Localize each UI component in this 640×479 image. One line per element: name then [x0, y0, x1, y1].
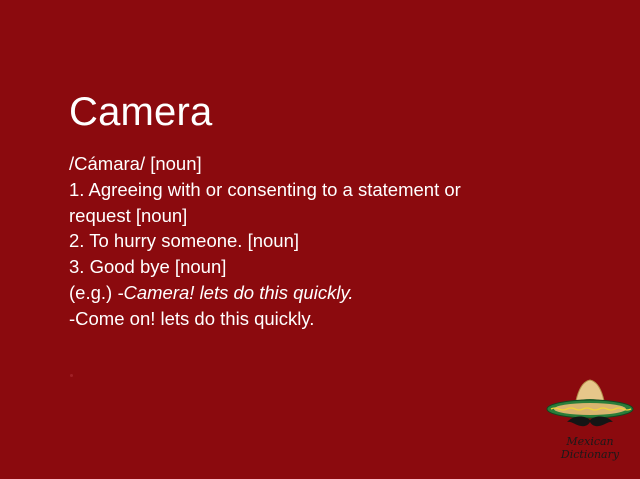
- example-prefix: (e.g.): [69, 281, 118, 303]
- example-italic: -Camera! lets do this quickly.: [117, 281, 354, 303]
- definition-body: /Cámara/ [noun] 1. Agreeing with or cons…: [69, 151, 549, 332]
- definition-2-line: 2. To hurry someone. [noun]: [69, 230, 300, 252]
- example-translation-line: -Come on! lets do this quickly.: [69, 307, 315, 329]
- slide-title: Camera: [69, 90, 213, 134]
- stray-dot: [70, 374, 73, 377]
- definition-3-line: 3. Good bye [noun]: [69, 256, 227, 278]
- definition-1-line-a: 1. Agreeing with or consenting to a stat…: [69, 178, 461, 200]
- pronunciation-line: /Cámara/ [noun]: [69, 153, 202, 174]
- logo-text-line-1: Mexican: [565, 435, 613, 448]
- logo-text-line-2: Dictionary: [560, 448, 620, 461]
- definition-1-line-b: request [noun]: [69, 204, 188, 226]
- example-line: (e.g.) -Camera! lets do this quickly.: [69, 280, 549, 306]
- slide: Camera /Cámara/ [noun] 1. Agreeing with …: [0, 0, 640, 479]
- sombrero-mustache-logo-icon: Mexican Dictionary: [545, 376, 635, 466]
